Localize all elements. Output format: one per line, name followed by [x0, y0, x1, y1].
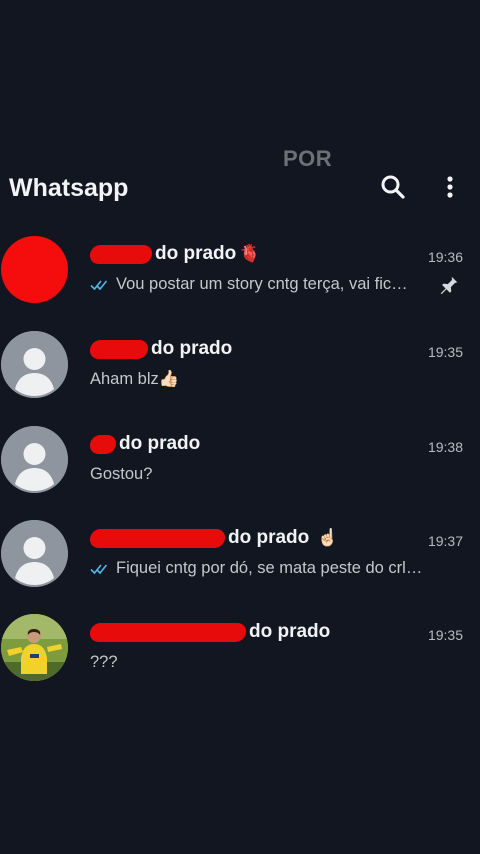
name-redaction: [89, 339, 149, 359]
chat-name: do prado 🫀: [89, 242, 261, 266]
chat-name-text: do prado: [249, 621, 331, 642]
chat-name: do prado: [89, 620, 331, 644]
chat-preview-text: Fiquei cntg por dó, se mata peste do crl…: [116, 559, 430, 577]
chat-row[interactable]: do prado 19:35 Aham blz👍🏻: [0, 331, 480, 425]
search-button[interactable]: [378, 172, 408, 202]
chat-row[interactable]: do prado 🫀 19:36 Vou postar um story cnt…: [0, 236, 480, 330]
search-icon: [381, 175, 405, 199]
chat-preview-text: Gostou?: [90, 465, 153, 483]
chat-time: 19:38: [427, 439, 463, 455]
default-avatar-icon: [1, 426, 68, 493]
name-redaction: [89, 528, 226, 548]
chat-time: 19:35: [427, 344, 463, 360]
app-bar: Whatsapp: [0, 168, 480, 208]
default-avatar-icon: [1, 331, 68, 398]
chat-time: 19:37: [427, 533, 463, 549]
contact-avatar[interactable]: [1, 614, 68, 681]
chat-time: 19:36: [427, 249, 463, 265]
name-redaction: [89, 622, 247, 642]
chat-name: do prado: [89, 432, 201, 456]
photo-avatar-icon: [1, 614, 68, 681]
chat-row[interactable]: do prado 19:38 Gostou?: [0, 426, 480, 520]
chat-name: do prado: [89, 337, 233, 361]
chat-preview: Vou postar um story cntg terça, vai fic…: [90, 275, 430, 294]
default-avatar-icon: [1, 520, 68, 587]
chat-preview: Gostou?: [90, 465, 430, 484]
chat-preview-text: ???: [90, 653, 118, 671]
pin-icon: [440, 276, 458, 295]
double-check-icon: [90, 279, 108, 290]
chat-preview: ???: [90, 653, 430, 672]
name-redaction: [89, 434, 117, 454]
more-vert-icon: [447, 176, 453, 198]
more-options-button[interactable]: [438, 172, 462, 202]
chat-row[interactable]: do prado 19:35 ???: [0, 614, 480, 708]
app-title: Whatsapp: [9, 174, 129, 202]
chat-preview-text: Vou postar um story cntg terça, vai fic…: [116, 275, 408, 293]
contact-avatar[interactable]: [1, 426, 68, 493]
chat-name-text: do prado: [228, 527, 310, 548]
chat-preview: Aham blz👍🏻: [90, 370, 430, 389]
chat-name-text: do prado: [151, 338, 233, 359]
anatomical-heart-emoji: 🫀: [239, 244, 261, 263]
name-redaction: [89, 244, 153, 264]
chat-preview-text: Aham blz👍🏻: [90, 370, 180, 388]
contact-avatar[interactable]: [1, 520, 68, 587]
contact-avatar[interactable]: [1, 331, 68, 398]
chat-name: do prado ☝🏻: [89, 526, 339, 550]
pointing-up-emoji: ☝🏻: [317, 528, 339, 547]
chat-time: 19:35: [427, 627, 463, 643]
chat-name-text: do prado: [119, 433, 201, 454]
double-check-icon: [90, 563, 108, 574]
contact-avatar[interactable]: [1, 236, 68, 303]
chat-preview: Fiquei cntg por dó, se mata peste do crl…: [90, 559, 430, 578]
chat-name-text: do prado: [155, 243, 237, 264]
chat-row[interactable]: do prado ☝🏻 19:37 Fiquei cntg por dó, se…: [0, 520, 480, 614]
